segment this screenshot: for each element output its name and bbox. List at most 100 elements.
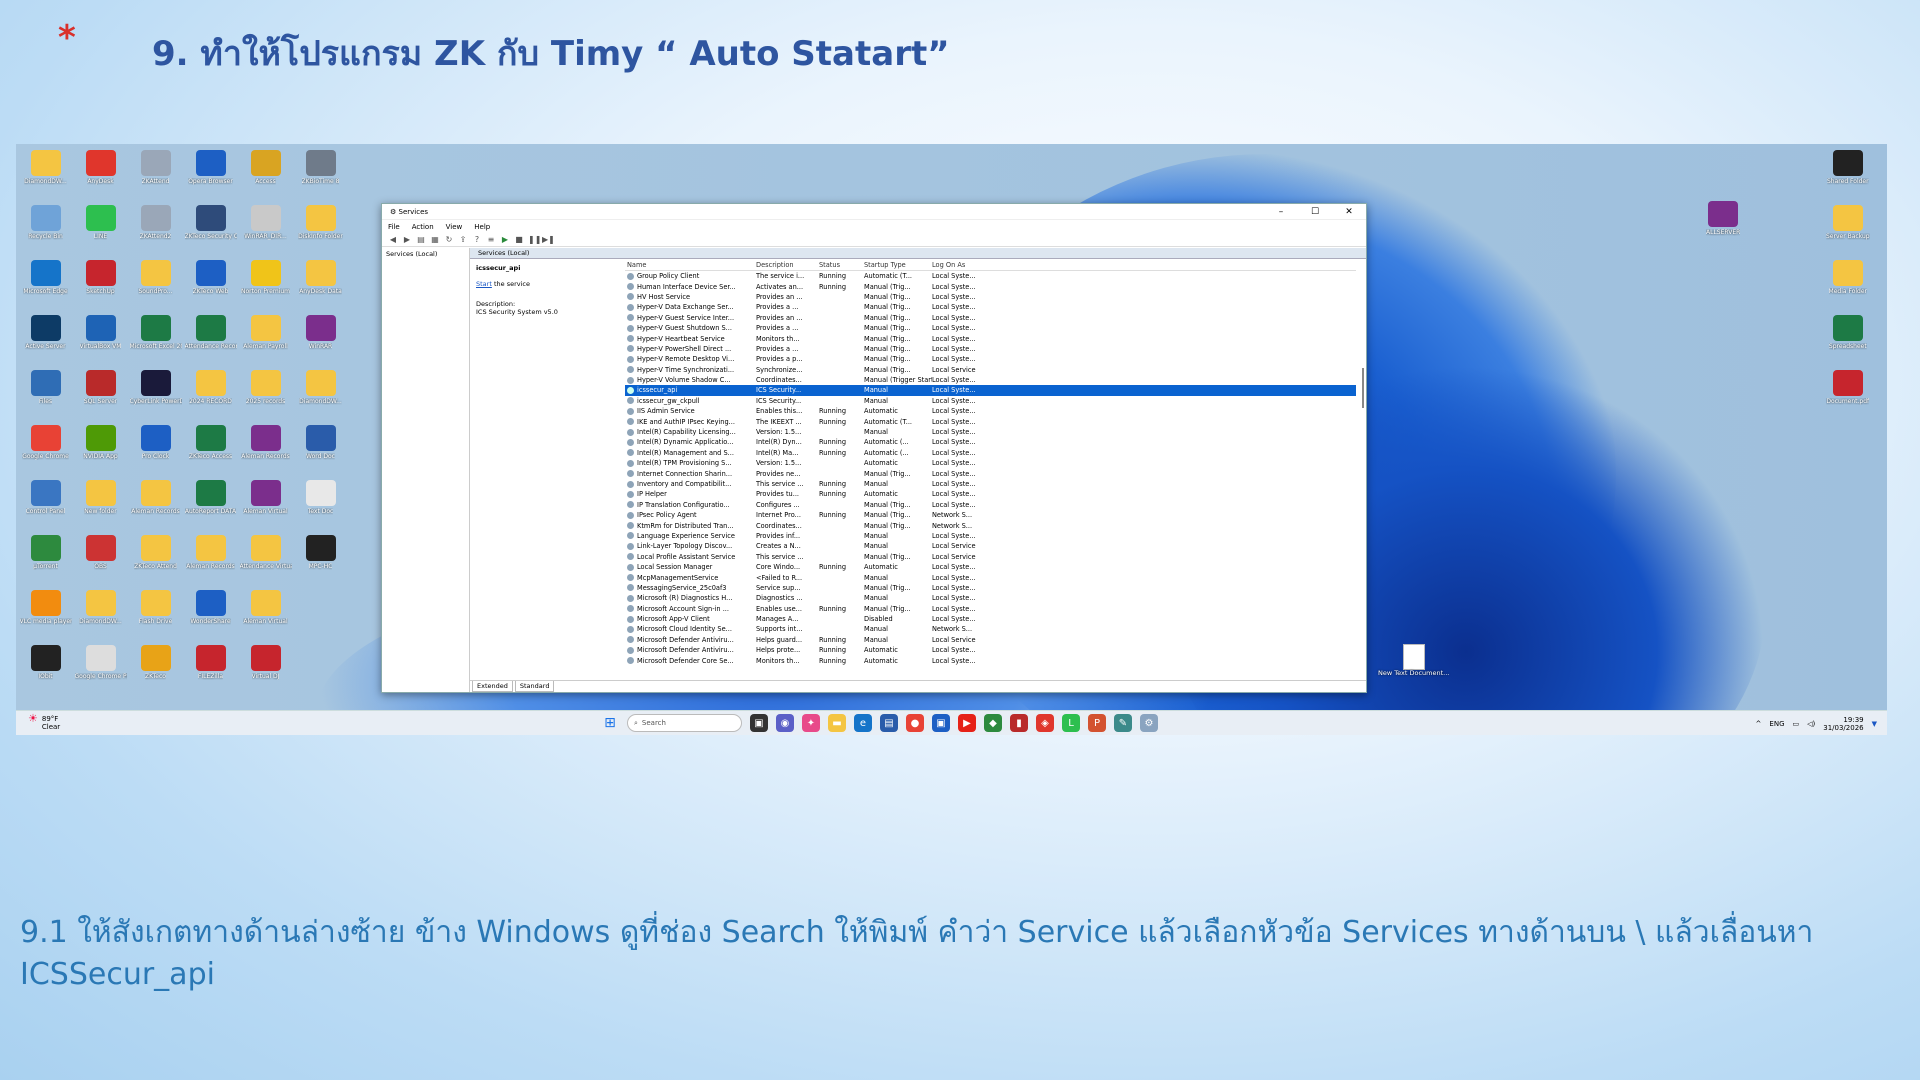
list-icon[interactable]: ≡ [486, 235, 496, 244]
table-row[interactable]: Hyper-V Volume Shadow C... Coordinates...… [625, 375, 1356, 385]
desktop-icon[interactable]: AnyDesk [73, 148, 128, 203]
desktop-icon[interactable]: WonderShare [183, 588, 238, 643]
desktop-icon[interactable]: Recycle Bin [18, 203, 73, 258]
table-row[interactable]: Hyper-V Heartbeat Service Monitors th... M… [625, 333, 1356, 343]
table-row[interactable]: Intel(R) TPM Provisioning S... Version: 1… [625, 458, 1356, 468]
copilot-icon[interactable]: ✦ [802, 714, 820, 732]
table-row[interactable]: Microsoft Defender Antiviru... Helps guar… [625, 635, 1356, 645]
refresh-icon[interactable]: ↻ [444, 235, 454, 244]
desktop-icon[interactable]: Virtual DJ [238, 643, 293, 698]
table-row[interactable]: Hyper-V Remote Desktop Vi... Provides a p… [625, 354, 1356, 364]
table-row[interactable]: KtmRm for Distributed Tran... Coordinates… [625, 520, 1356, 530]
table-row[interactable]: Hyper-V Time Synchronizati... Synchronize… [625, 365, 1356, 375]
services-taskbar-icon[interactable]: ⚙ [1140, 714, 1158, 732]
desktop-icon[interactable]: Norton Premium [238, 258, 293, 313]
table-row[interactable]: Language Experience Service Provides inf.… [625, 531, 1356, 541]
desktop-icon[interactable]: Word Doc [293, 423, 348, 478]
media-icon[interactable]: ▮ [1010, 714, 1028, 732]
show-tree-icon[interactable]: ▤ [416, 235, 426, 244]
new-text-document-icon[interactable]: New Text Document... [1378, 644, 1449, 677]
edge-icon[interactable]: e [854, 714, 872, 732]
menu-item-file[interactable]: File [388, 223, 400, 231]
desktop-icon[interactable]: Control Panel [18, 478, 73, 533]
network-icon[interactable]: ▭ [1793, 720, 1800, 728]
desktop-icon[interactable]: AutoReport DATA [183, 478, 238, 533]
desktop-icon[interactable]: ALLSERVER [1706, 199, 1740, 254]
table-row[interactable]: Local Profile Assistant Service This serv… [625, 552, 1356, 562]
anydesk-icon[interactable]: ◈ [1036, 714, 1054, 732]
column-header[interactable]: Log On As [932, 261, 992, 269]
table-row[interactable]: HV Host Service Provides an ... Manual (Tr… [625, 292, 1356, 302]
clock[interactable]: 19:39 31/03/2026 [1823, 716, 1863, 732]
table-row[interactable]: Intel(R) Dynamic Applicatio... Intel(R) D… [625, 437, 1356, 447]
table-row[interactable]: Internet Connection Sharin... Provides ne… [625, 468, 1356, 478]
desktop-icon[interactable]: ZKTeco Attend [128, 533, 183, 588]
desktop-icon[interactable]: VLC media player [18, 588, 73, 643]
desktop-icon[interactable]: Aleman Records [128, 478, 183, 533]
desktop-icon[interactable]: Aleman Records [183, 533, 238, 588]
chrome-icon[interactable]: ● [906, 714, 924, 732]
desktop-icon[interactable]: Google Chrome [18, 423, 73, 478]
table-row[interactable]: Microsoft Account Sign-in ... Enables use… [625, 604, 1356, 614]
table-row[interactable]: Intel(R) Capability Licensing... Version:… [625, 427, 1356, 437]
table-row[interactable]: McpManagementService <Failed to R... Manua… [625, 572, 1356, 582]
windows-start-icon[interactable]: ⊞ [601, 714, 619, 732]
desktop-icon[interactable]: Server Backup [1826, 203, 1870, 258]
title-bar[interactable]: ⚙ Services – ☐ ✕ [382, 204, 1366, 220]
minimize-button[interactable]: – [1264, 207, 1298, 217]
desktop-icon[interactable]: OBS [73, 533, 128, 588]
desktop-icon[interactable]: Microsoft Excel 2019 [128, 313, 183, 368]
desktop-icon[interactable]: Aleman Payroll [238, 313, 293, 368]
table-row[interactable]: Link-Layer Topology Discov... Creates a N… [625, 541, 1356, 551]
desktop-icon[interactable]: DiskInfo Folder [293, 203, 348, 258]
pause-icon[interactable]: ❚❚ [528, 235, 541, 244]
language-indicator[interactable]: ENG [1769, 720, 1784, 728]
close-button[interactable]: ✕ [1332, 207, 1366, 217]
desktop-icon[interactable]: Google Chrome PDF [73, 643, 128, 698]
table-row[interactable]: Microsoft (R) Diagnostics H... Diagnostic… [625, 593, 1356, 603]
line-app-icon[interactable]: L [1062, 714, 1080, 732]
forward-icon[interactable]: ▶ [402, 235, 412, 244]
desktop-icon[interactable]: CyberLink PowerDVD [128, 368, 183, 423]
desktop-icon[interactable]: 2024 RECORD [183, 368, 238, 423]
desktop-icon[interactable]: LINE [73, 203, 128, 258]
table-row[interactable]: Microsoft Defender Core Se... Monitors th… [625, 655, 1356, 665]
desktop-icon[interactable]: ZKBioTime 8 [293, 148, 348, 203]
volume-icon[interactable]: ◁) [1807, 720, 1815, 728]
desktop-icon[interactable]: WinRAR_DIR... [238, 203, 293, 258]
start-link[interactable]: Start [476, 280, 492, 288]
desktop-icon[interactable]: ZKTeco [128, 643, 183, 698]
desktop-icon[interactable]: ZKTeco Web [183, 258, 238, 313]
desktop-icon[interactable]: ZKAttend [128, 148, 183, 203]
desktop-icon[interactable] [293, 588, 348, 643]
column-header[interactable]: Description [756, 261, 819, 269]
back-icon[interactable]: ◀ [388, 235, 398, 244]
line-icon[interactable]: ◆ [984, 714, 1002, 732]
table-row[interactable]: Hyper-V Guest Service Inter... Provides a… [625, 313, 1356, 323]
menu-item-action[interactable]: Action [412, 223, 434, 231]
column-header[interactable]: Startup Type [864, 261, 932, 269]
table-row[interactable]: IIS Admin Service Enables this... Running A… [625, 406, 1356, 416]
notification-bell-icon[interactable]: ▼ [1872, 720, 1877, 728]
powerpoint-icon[interactable]: P [1088, 714, 1106, 732]
stop-icon[interactable]: ■ [514, 235, 524, 244]
desktop-icon[interactable]: Flash Drive [128, 588, 183, 643]
task-view-icon[interactable]: ▣ [750, 714, 768, 732]
table-row[interactable]: icssecur_api ICS Security... Manual Local S… [625, 385, 1356, 396]
menu-item-help[interactable]: Help [474, 223, 490, 231]
tab-standard[interactable]: Standard [514, 681, 555, 692]
desktop-icon[interactable]: Aleman Records [238, 423, 293, 478]
table-row[interactable]: IKE and AuthIP IPsec Keying... The IKEEXT… [625, 416, 1356, 426]
desktop-icon[interactable]: ZKTeco Access [183, 423, 238, 478]
table-row[interactable]: icssecur_gw_ckpull ICS Security... Manual L… [625, 396, 1356, 406]
desktop-icon[interactable]: Shared Folder [1826, 148, 1870, 203]
column-header[interactable]: Name [625, 261, 756, 269]
desktop-icon[interactable]: 2025 records [238, 368, 293, 423]
desktop-icon[interactable]: New folder [73, 478, 128, 533]
desktop-icon[interactable]: Media Folder [1826, 258, 1870, 313]
desktop-icon[interactable]: Active Server [18, 313, 73, 368]
table-row[interactable]: Microsoft Defender Antiviru... Helps prot… [625, 645, 1356, 655]
paint-icon[interactable]: ✎ [1114, 714, 1132, 732]
desktop-icon[interactable]: Microsoft Edge [18, 258, 73, 313]
menu-item-view[interactable]: View [446, 223, 463, 231]
